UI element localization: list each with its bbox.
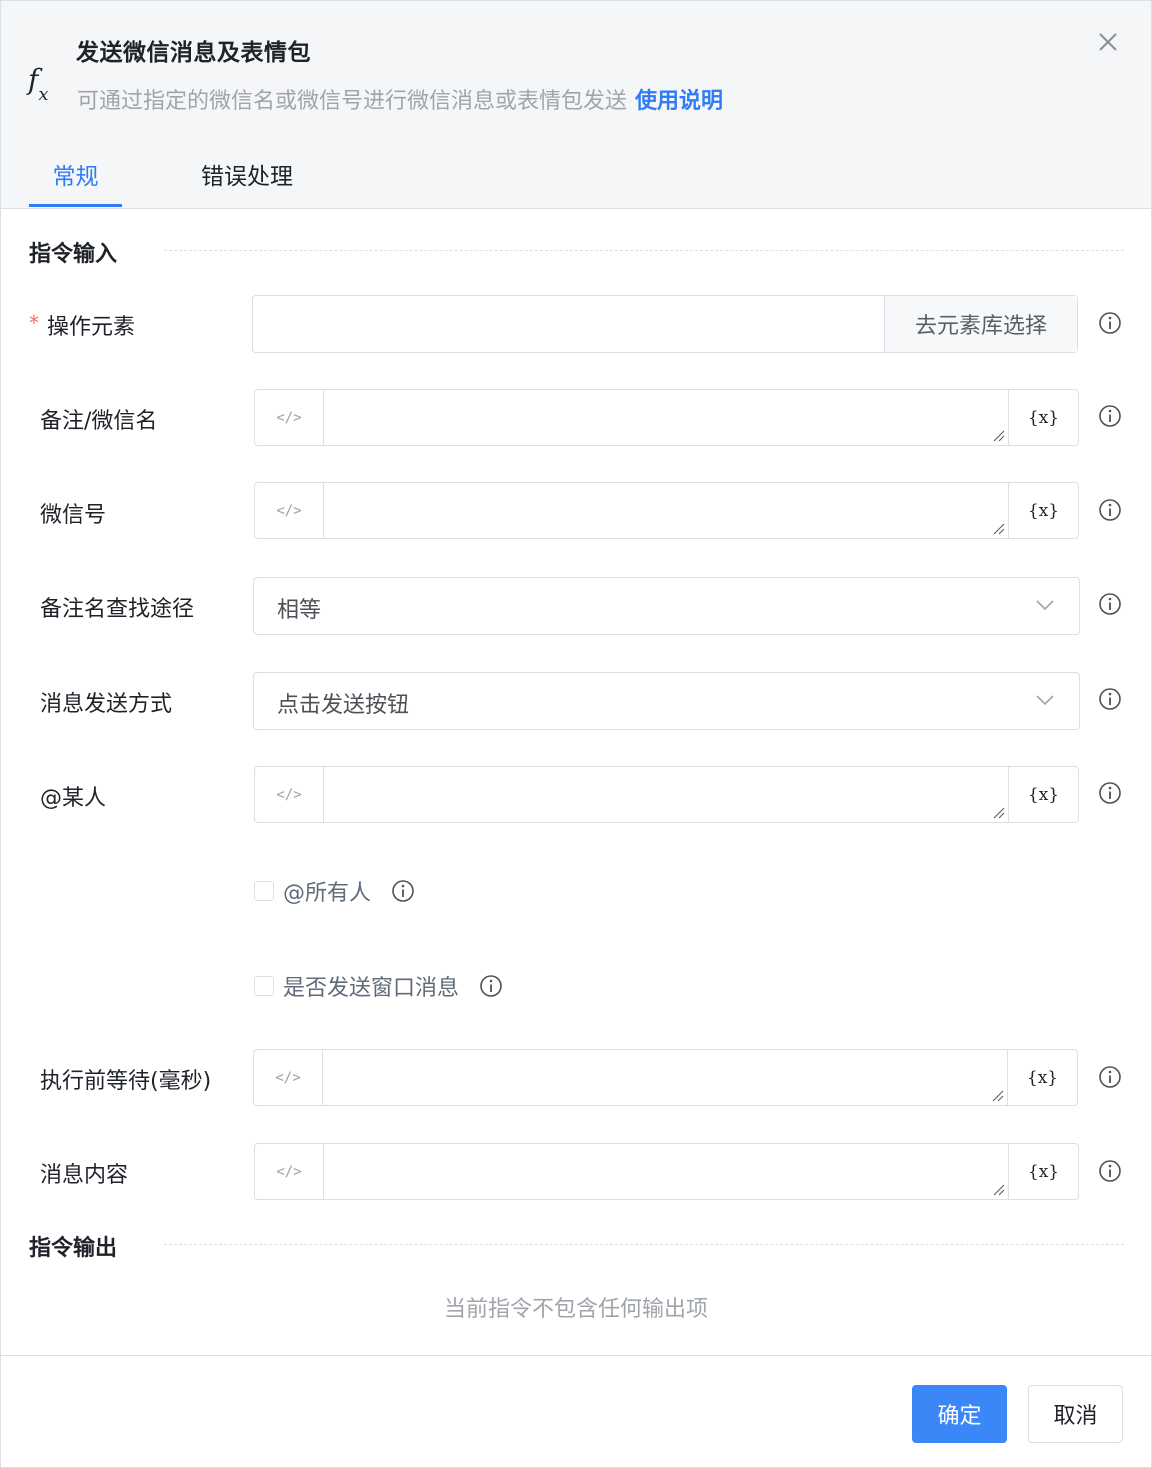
search-mode-select[interactable]: 相等	[253, 577, 1080, 635]
search-mode-label: 备注名查找途径	[40, 597, 195, 622]
resize-handle-icon[interactable]	[993, 1184, 1005, 1196]
info-icon[interactable]	[1098, 1159, 1122, 1183]
send-mode-value: 点击发送按钮	[277, 693, 410, 718]
message-label: 消息内容	[40, 1163, 129, 1188]
info-icon[interactable]	[391, 879, 415, 903]
info-icon[interactable]	[1098, 781, 1122, 805]
code-icon[interactable]: </>	[255, 390, 324, 445]
remark-label: 备注/微信名	[40, 409, 158, 434]
resize-handle-icon[interactable]	[993, 430, 1005, 442]
confirm-button[interactable]: 确定	[912, 1385, 1007, 1443]
window-message-row: 是否发送窗口消息	[254, 970, 503, 1002]
footer-divider	[1, 1355, 1151, 1356]
section-output-title: 指令输出	[29, 1236, 118, 1261]
code-icon[interactable]: </>	[255, 1144, 324, 1199]
window-message-label[interactable]: 是否发送窗口消息	[283, 970, 459, 1002]
dialog-title: 发送微信消息及表情包	[76, 40, 311, 66]
element-label: 操作元素	[47, 315, 136, 340]
send-wechat-message-dialog: fx 发送微信消息及表情包 可通过指定的微信名或微信号进行微信消息或表情包发送使…	[0, 0, 1152, 1468]
resize-handle-icon[interactable]	[993, 807, 1005, 819]
info-icon[interactable]	[479, 974, 503, 998]
wechat-id-input[interactable]: </> {x}	[254, 482, 1079, 539]
cancel-button[interactable]: 取消	[1028, 1385, 1123, 1443]
fx-icon: fx	[28, 63, 49, 105]
mention-input[interactable]: </> {x}	[254, 766, 1079, 823]
info-icon[interactable]	[1098, 404, 1122, 428]
variable-icon[interactable]: {x}	[1008, 483, 1078, 538]
wechat-id-label: 微信号	[40, 503, 107, 528]
close-icon[interactable]	[1093, 27, 1123, 57]
variable-icon[interactable]: {x}	[1008, 767, 1078, 822]
variable-icon[interactable]: {x}	[1007, 1050, 1077, 1105]
send-mode-label: 消息发送方式	[40, 692, 173, 717]
output-empty-text: 当前指令不包含任何输出项	[443, 1297, 708, 1322]
search-mode-value: 相等	[277, 598, 322, 623]
info-icon[interactable]	[1098, 311, 1122, 335]
resize-handle-icon[interactable]	[992, 1090, 1004, 1102]
code-icon[interactable]: </>	[254, 1050, 323, 1105]
mention-label: @某人	[40, 786, 107, 811]
chevron-down-icon	[1036, 600, 1054, 611]
mention-all-label[interactable]: @所有人	[283, 875, 371, 907]
subtitle-text: 可通过指定的微信名或微信号进行微信消息或表情包发送	[77, 89, 628, 114]
message-input[interactable]: </> {x}	[254, 1143, 1079, 1200]
mention-all-row: @所有人	[254, 875, 415, 907]
resize-handle-icon[interactable]	[993, 523, 1005, 535]
wait-before-input[interactable]: </> {x}	[253, 1049, 1078, 1106]
element-library-button[interactable]: 去元素库选择	[884, 296, 1077, 352]
info-icon[interactable]	[1098, 1065, 1122, 1089]
remark-input[interactable]: </> {x}	[254, 389, 1079, 446]
dialog-subtitle: 可通过指定的微信名或微信号进行微信消息或表情包发送 使用说明	[77, 83, 723, 115]
window-message-checkbox[interactable]	[254, 976, 274, 996]
wait-before-label: 执行前等待(毫秒)	[40, 1069, 212, 1094]
info-icon[interactable]	[1098, 498, 1122, 522]
section-divider	[164, 250, 1124, 251]
required-mark: *	[29, 311, 39, 335]
element-field[interactable]: 去元素库选择	[252, 295, 1078, 353]
section-input-title: 指令输入	[29, 242, 118, 267]
variable-icon[interactable]: {x}	[1008, 1144, 1078, 1199]
dialog-header: fx 发送微信消息及表情包 可通过指定的微信名或微信号进行微信消息或表情包发送使…	[1, 1, 1151, 209]
variable-icon[interactable]: {x}	[1008, 390, 1078, 445]
chevron-down-icon	[1036, 695, 1054, 706]
tab-error-handling[interactable]: 错误处理	[201, 157, 293, 191]
tab-general[interactable]: 常规	[29, 157, 122, 207]
help-link[interactable]: 使用说明	[635, 89, 723, 114]
code-icon[interactable]: </>	[255, 767, 324, 822]
info-icon[interactable]	[1098, 592, 1122, 616]
code-icon[interactable]: </>	[255, 483, 324, 538]
section-divider	[164, 1244, 1124, 1245]
info-icon[interactable]	[1098, 687, 1122, 711]
send-mode-select[interactable]: 点击发送按钮	[253, 672, 1080, 730]
mention-all-checkbox[interactable]	[254, 881, 274, 901]
